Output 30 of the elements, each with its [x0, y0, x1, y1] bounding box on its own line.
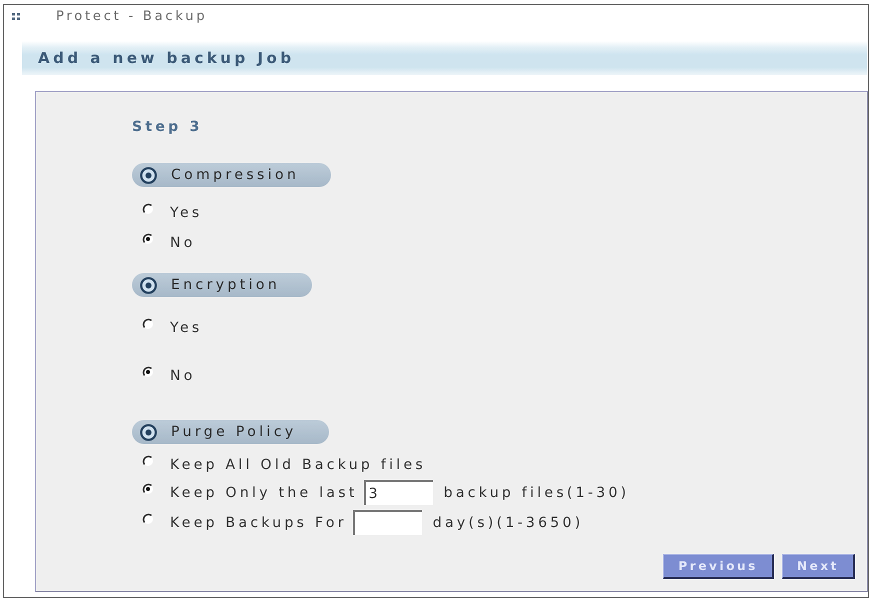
nav-button[interactable]: Next	[782, 554, 855, 579]
bullet-icon	[140, 424, 157, 440]
option-label: Keep Only the last	[170, 484, 358, 500]
number-input[interactable]: 3	[364, 480, 433, 505]
radio-button[interactable]	[142, 366, 154, 378]
window-title: Protect - Backup	[56, 8, 208, 24]
step-title: Step 3	[132, 119, 203, 135]
section-title: Purge Policy	[171, 424, 297, 440]
section-title: Encryption	[171, 277, 280, 293]
bullet-icon	[140, 166, 157, 184]
radio-button[interactable]	[142, 455, 154, 467]
radio-button[interactable]	[142, 233, 154, 245]
radio-button[interactable]	[142, 318, 154, 330]
option-label: Keep Backups For	[170, 514, 347, 530]
grid-icon	[12, 12, 20, 20]
option-label: Keep All Old Backup files	[170, 457, 426, 473]
radio-button[interactable]	[142, 203, 154, 215]
option-label: Yes	[170, 205, 202, 221]
nav-button[interactable]: Previous	[663, 554, 774, 579]
radio-button[interactable]	[142, 482, 154, 494]
radio-button[interactable]	[142, 512, 154, 524]
page-heading: Add a new backup Job	[38, 49, 295, 67]
bullet-icon	[140, 276, 157, 294]
number-input[interactable]	[352, 510, 422, 535]
option-label: No	[170, 368, 196, 384]
section-title: Compression	[171, 167, 300, 183]
option-label: Yes	[170, 320, 202, 336]
option-label: No	[170, 235, 196, 251]
range-hint: day(s)(1-3650)	[432, 514, 584, 530]
range-hint: backup files(1-30)	[444, 484, 630, 500]
